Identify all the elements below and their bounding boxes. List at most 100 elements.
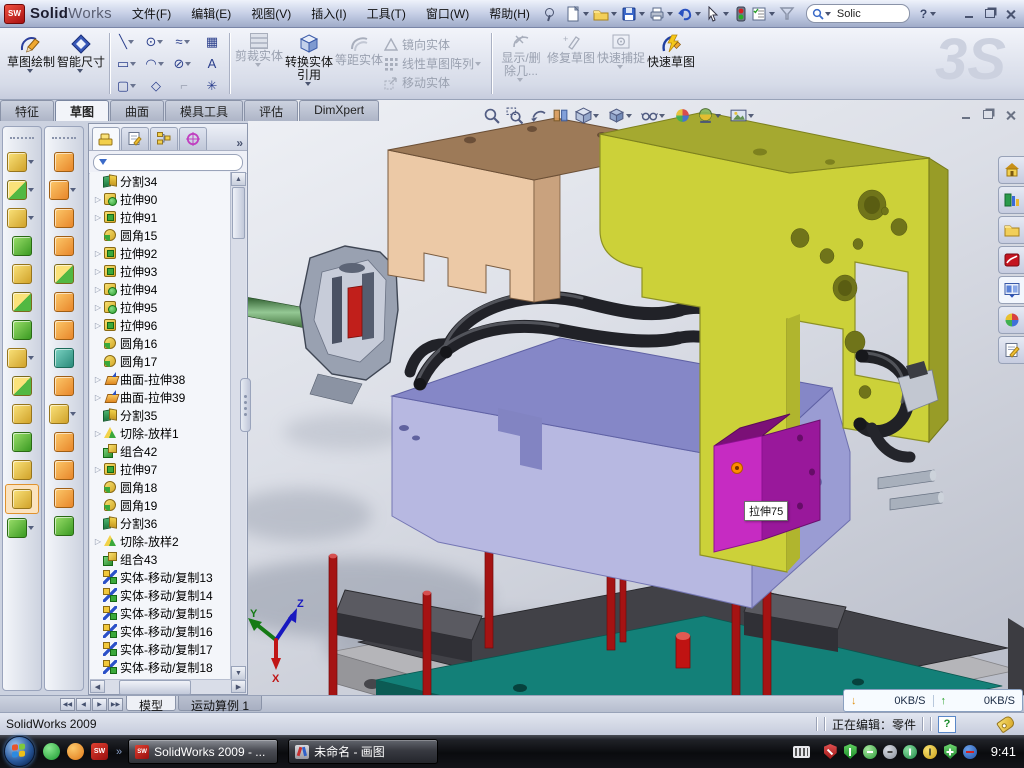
print-button[interactable] xyxy=(648,5,666,23)
tree-item[interactable]: ▷切除-放样1 xyxy=(90,424,231,442)
ruled-surface-button[interactable] xyxy=(45,428,83,456)
panel-tab-featuremanager[interactable] xyxy=(92,127,120,150)
minimize-button[interactable] xyxy=(959,5,978,22)
menu-item-3[interactable]: 视图(V) xyxy=(241,0,301,27)
expand-arrow-icon[interactable]: ▷ xyxy=(93,267,103,276)
solidworks-quicklaunch-icon[interactable]: SW xyxy=(91,743,108,760)
scroll-down-icon[interactable]: ▼ xyxy=(231,666,246,680)
panel-tabs-overflow-icon[interactable]: » xyxy=(236,136,241,150)
tree-item[interactable]: 实体-移动/复制16 xyxy=(90,622,231,640)
wrap-button[interactable] xyxy=(3,428,41,456)
section-view-button[interactable] xyxy=(552,107,569,124)
tree-item[interactable]: 圆角17 xyxy=(90,352,231,370)
boundary-surface-button[interactable] xyxy=(45,232,83,260)
expand-arrow-icon[interactable]: ▷ xyxy=(93,429,103,438)
tree-item[interactable]: 圆角18 xyxy=(90,478,231,496)
tab-motion-study[interactable]: 运动算例 1 xyxy=(178,696,262,711)
tree-item[interactable]: 实体-移动/复制14 xyxy=(90,586,231,604)
menu-item-7[interactable]: 帮助(H) xyxy=(479,0,540,27)
new-document-button[interactable] xyxy=(564,5,582,23)
knit-surface-dropdown-icon[interactable] xyxy=(70,412,76,416)
scroll-up-icon[interactable]: ▲ xyxy=(231,172,246,186)
tree-item[interactable]: ▷曲面-拉伸39 xyxy=(90,388,231,406)
tree-item[interactable]: 分割35 xyxy=(90,406,231,424)
taskpane-tab-toolbox[interactable] xyxy=(998,246,1024,274)
point-tool-button[interactable]: ✳ xyxy=(198,75,226,97)
rebuild-button[interactable] xyxy=(732,5,750,23)
tree-item[interactable]: ▷拉伸91 xyxy=(90,208,231,226)
wifi-warning-icon[interactable] xyxy=(923,745,937,759)
display-style-button[interactable] xyxy=(608,107,635,124)
draft-button[interactable] xyxy=(3,400,41,428)
zoom-area-button[interactable] xyxy=(506,107,523,124)
display-style-dropdown-icon[interactable] xyxy=(626,114,632,118)
tree-item[interactable]: 分割34 xyxy=(90,172,231,190)
pin-icon[interactable] xyxy=(544,7,554,21)
sketch-button[interactable]: 草图绘制 xyxy=(6,30,56,97)
filter-button[interactable] xyxy=(778,5,796,23)
tab-曲面[interactable]: 曲面 xyxy=(110,100,164,121)
fillet-button[interactable] xyxy=(3,232,41,260)
tree-filter-input[interactable] xyxy=(93,154,243,171)
extruded-boss-dropdown-icon[interactable] xyxy=(28,160,34,164)
save-button[interactable] xyxy=(620,5,638,23)
tree-item[interactable]: ▷拉伸97 xyxy=(90,460,231,478)
select-dropdown-icon[interactable] xyxy=(723,12,729,16)
panel-tab-dimxpertmanager[interactable] xyxy=(179,127,207,150)
revolved-surface-button[interactable] xyxy=(45,176,83,204)
extend-surface-button[interactable] xyxy=(45,344,83,372)
view-settings-dropdown-icon[interactable] xyxy=(748,114,754,118)
search-box[interactable]: Solic xyxy=(806,4,910,23)
quicklaunch-chevron-icon[interactable]: » xyxy=(116,746,122,758)
expand-arrow-icon[interactable]: ▷ xyxy=(93,213,103,222)
taskbar-button-paint[interactable]: 未命名 - 画图 xyxy=(288,739,438,764)
tree-item[interactable]: ▷曲面-拉伸38 xyxy=(90,370,231,388)
new-document-dropdown-icon[interactable] xyxy=(583,12,589,16)
taskpane-tab-appearances-scenes[interactable] xyxy=(998,306,1024,334)
text-tool-button[interactable]: A xyxy=(198,53,226,75)
tab-model[interactable]: 模型 xyxy=(126,696,176,711)
rapid-sketch-button[interactable]: 快速草图 xyxy=(646,30,696,97)
menu-item-5[interactable]: 工具(T) xyxy=(357,0,416,27)
search-dropdown-icon[interactable] xyxy=(825,12,831,16)
tab-评估[interactable]: 评估 xyxy=(244,100,298,121)
apply-scene-button[interactable] xyxy=(697,107,724,124)
lofted-surface-button[interactable] xyxy=(45,204,83,232)
undo-button[interactable] xyxy=(676,5,694,23)
prev-tab-icon[interactable]: ◀ xyxy=(76,698,91,711)
hide-show-items-dropdown-icon[interactable] xyxy=(659,114,665,118)
extruded-cut-button[interactable] xyxy=(3,176,41,204)
polygon-tool-button[interactable]: ◇ xyxy=(142,75,170,97)
expand-arrow-icon[interactable]: ▷ xyxy=(93,303,103,312)
arc-tool-button[interactable]: ◠ xyxy=(142,53,170,75)
volume-icon[interactable] xyxy=(883,745,897,759)
view-orientation-button[interactable] xyxy=(575,107,602,124)
tree-item[interactable]: ▷拉伸95 xyxy=(90,298,231,316)
taskpane-tab-custom-properties[interactable] xyxy=(998,336,1024,364)
tab-模具工具[interactable]: 模具工具 xyxy=(165,100,243,121)
help-dropdown-icon[interactable] xyxy=(930,12,936,16)
last-tab-icon[interactable]: ▶▶ xyxy=(108,698,123,711)
tree-item[interactable]: 组合43 xyxy=(90,550,231,568)
expand-arrow-icon[interactable]: ▷ xyxy=(93,375,103,384)
expand-arrow-icon[interactable]: ▷ xyxy=(93,321,103,330)
doc-close-button[interactable] xyxy=(1000,106,1020,123)
help-icon[interactable]: ? xyxy=(920,7,927,21)
line-tool-button[interactable]: ╲ xyxy=(114,31,142,53)
tree-item[interactable]: 实体-移动/复制17 xyxy=(90,640,231,658)
tag-icon[interactable] xyxy=(996,714,1016,733)
defender-icon[interactable] xyxy=(944,744,957,759)
tree-item[interactable]: 圆角16 xyxy=(90,334,231,352)
revolve-dropdown-icon[interactable] xyxy=(28,216,34,220)
safety-icon[interactable] xyxy=(67,743,84,760)
menu-item-6[interactable]: 窗口(W) xyxy=(416,0,479,27)
menu-item-4[interactable]: 插入(I) xyxy=(301,0,356,27)
edit-appearance-button[interactable] xyxy=(674,107,691,124)
sectioned-insert-body[interactable] xyxy=(300,246,398,404)
doc-minimize-button[interactable] xyxy=(956,106,976,123)
previous-view-button[interactable] xyxy=(529,107,546,124)
expand-arrow-icon[interactable]: ▷ xyxy=(93,393,103,402)
thicken-button[interactable] xyxy=(45,456,83,484)
trim-surface-button[interactable] xyxy=(45,372,83,400)
linear-pattern-button[interactable] xyxy=(3,344,41,372)
